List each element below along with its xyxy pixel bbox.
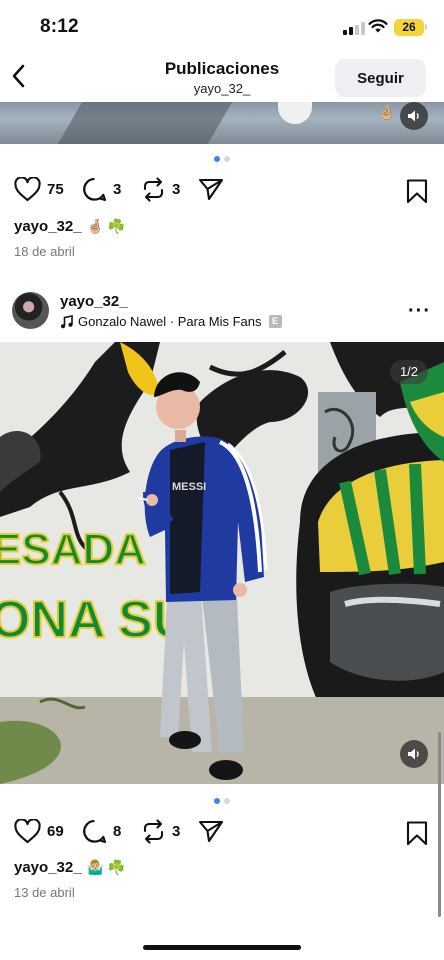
comment-icon	[83, 177, 107, 202]
carousel-dot-active	[214, 798, 220, 804]
comment-button[interactable]: 3	[82, 177, 121, 202]
mural-text-1: ESADA	[0, 525, 146, 574]
heart-icon	[14, 819, 41, 844]
post-header-2: yayo_32_ Gonzalo Nawel · Para Mis Fans E…	[0, 292, 444, 334]
hand-emoji-overlay: 🤞🏼	[378, 104, 396, 120]
post-image-2[interactable]: ESADA ONA SU MESSI 1/2	[0, 342, 444, 784]
share-icon	[198, 178, 224, 201]
jersey-text: MESSI	[172, 481, 206, 493]
repost-count: 3	[172, 181, 181, 198]
caption-emoji: 🤷🏼‍♂️ ☘️	[86, 859, 126, 875]
share-icon	[198, 820, 224, 843]
post-caption-2: yayo_32_ 🤷🏼‍♂️ ☘️	[14, 859, 125, 876]
post-actions-1: 75 3 3	[0, 177, 444, 207]
status-bar: 8:12 26	[0, 0, 444, 56]
carousel-dots-1	[0, 156, 444, 164]
bookmark-icon[interactable]	[406, 821, 428, 846]
like-button[interactable]: 75	[14, 177, 64, 202]
battery-icon: 26	[394, 19, 427, 36]
caption-emoji: 🤞🏼 ☘️	[86, 218, 126, 234]
post-caption-1: yayo_32_ 🤞🏼 ☘️	[14, 218, 125, 235]
carousel-dot-active	[214, 156, 220, 162]
post-date-2: 13 de abril	[14, 885, 75, 900]
repost-icon	[143, 177, 164, 202]
comment-count: 3	[113, 181, 122, 198]
comment-button[interactable]: 8	[82, 819, 121, 844]
repost-button[interactable]: 3	[141, 177, 180, 202]
caption-username[interactable]: yayo_32_	[14, 859, 82, 876]
post-username[interactable]: yayo_32_	[60, 293, 128, 310]
bookmark-icon[interactable]	[406, 179, 428, 204]
music-label[interactable]: Gonzalo Nawel · Para Mis Fans E	[60, 314, 282, 329]
nav-header: Publicaciones yayo_32_ Seguir	[0, 52, 444, 102]
explicit-badge: E	[268, 315, 282, 328]
like-count: 69	[47, 823, 64, 840]
page-title: Publicaciones	[164, 59, 280, 78]
status-time: 8:12	[40, 16, 79, 37]
share-button[interactable]	[198, 177, 224, 202]
heart-icon	[14, 177, 41, 202]
comment-count: 8	[113, 823, 122, 840]
post-image-1[interactable]: 🤞🏼	[0, 102, 444, 144]
scrollbar[interactable]	[438, 732, 441, 917]
carousel-dots-2	[0, 798, 444, 806]
cellular-signal-icon	[343, 22, 365, 35]
wifi-icon	[368, 19, 388, 33]
home-indicator[interactable]	[143, 945, 301, 950]
like-button[interactable]: 69	[14, 819, 64, 844]
carousel-dot	[224, 798, 230, 804]
follow-button[interactable]: Seguir	[335, 59, 426, 97]
repost-button[interactable]: 3	[141, 819, 180, 844]
share-button[interactable]	[198, 819, 224, 844]
repost-icon	[143, 819, 164, 844]
header-titles: Publicaciones yayo_32_	[110, 59, 334, 96]
post-photo-illustration: ESADA ONA SU MESSI	[0, 342, 444, 784]
comment-icon	[83, 819, 107, 844]
music-note-icon	[61, 314, 73, 328]
avatar[interactable]	[12, 292, 49, 329]
repost-count: 3	[172, 823, 181, 840]
post-date-1: 18 de abril	[14, 244, 75, 259]
back-chevron-icon[interactable]	[6, 60, 32, 92]
volume-icon[interactable]	[400, 102, 428, 130]
like-count: 75	[47, 181, 64, 198]
caption-username[interactable]: yayo_32_	[14, 218, 82, 235]
post-actions-2: 69 8 3	[0, 819, 444, 849]
music-track: Gonzalo Nawel · Para Mis Fans	[78, 314, 262, 329]
page-subtitle: yayo_32_	[193, 81, 251, 96]
carousel-dot	[224, 156, 230, 162]
mural-text-2: ONA SU	[0, 591, 190, 649]
carousel-counter: 1/2	[390, 360, 428, 384]
more-icon[interactable]: ···	[408, 300, 431, 323]
volume-icon[interactable]	[400, 740, 428, 768]
